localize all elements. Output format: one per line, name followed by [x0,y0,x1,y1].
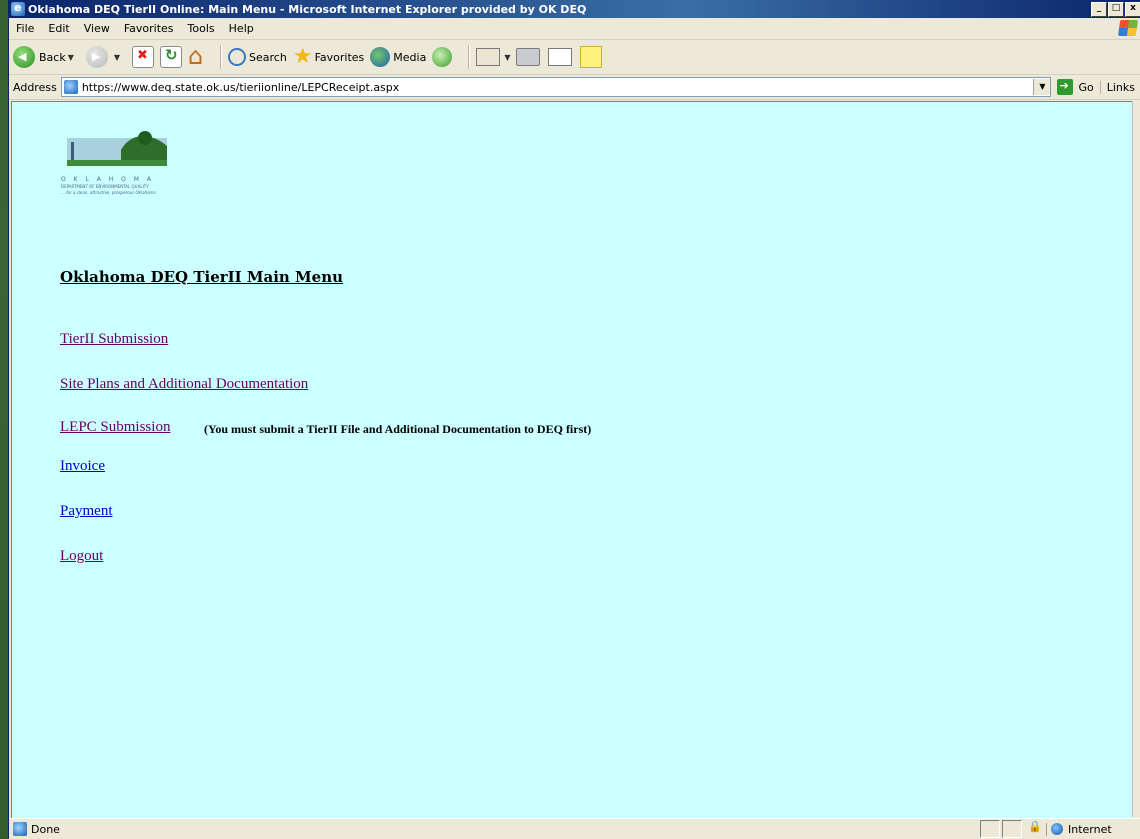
search-button[interactable]: Search [228,48,287,66]
address-url[interactable]: https://www.deq.state.ok.us/tieriionline… [82,81,1034,94]
toolbar-separator [220,45,223,69]
logo-state-caption: O K L A H O M A [61,176,154,183]
refresh-icon[interactable] [160,46,183,68]
page-done-icon [13,822,27,836]
media-button[interactable]: Media [370,47,426,67]
payment-link[interactable]: Payment [60,503,113,520]
favorites-button[interactable]: ★ Favorites [293,46,364,68]
windows-logo-icon [1117,20,1139,36]
forward-button[interactable]: ▼ [85,46,126,68]
deq-logo: O K L A H O M A DEPARTMENT OF ENVIRONMEN… [61,120,173,220]
title-bar: Oklahoma DEQ TierII Online: Main Menu - … [9,0,1140,18]
lepc-note: (You must submit a TierII File and Addit… [204,422,592,436]
media-icon [370,47,391,67]
go-label: Go [1078,80,1094,94]
menu-favorites[interactable]: Favorites [117,22,181,35]
ie-icon [11,1,25,16]
lock-icon [1028,820,1042,836]
window-title: Oklahoma DEQ TierII Online: Main Menu - … [28,2,587,16]
forward-dropdown-icon[interactable]: ▼ [114,53,120,62]
links-button[interactable]: Links [1099,80,1140,94]
menu-view[interactable]: View [77,22,117,35]
favorites-star-icon: ★ [292,44,313,69]
minimize-button[interactable]: _ [1091,1,1107,17]
deq-logo-graphic [65,128,169,168]
toolbar-separator [468,45,471,69]
search-label: Search [249,50,287,64]
window-controls: _ □ x [1091,1,1140,17]
forward-arrow-icon [85,46,108,68]
zone-label: Internet [1068,822,1112,836]
globe-icon [1051,823,1063,835]
address-dropdown-icon[interactable]: ▼ [1033,79,1051,95]
close-button[interactable]: x [1125,1,1140,17]
history-icon[interactable] [432,47,453,67]
back-arrow-icon [13,46,35,68]
lepc-submission-link[interactable]: LEPC Submission [60,419,170,436]
status-cell [1002,820,1022,838]
search-icon [228,48,247,66]
address-label: Address [13,80,57,94]
page-icon [63,80,78,94]
maximize-button[interactable]: □ [1108,1,1124,17]
status-bar: Done Internet [9,818,1140,839]
menu-tools[interactable]: Tools [181,22,222,35]
status-text: Done [31,822,60,836]
edit-icon[interactable] [548,48,573,66]
home-icon[interactable] [188,42,208,70]
go-button[interactable]: Go [1057,79,1094,95]
address-bar: Address https://www.deq.state.ok.us/tier… [9,75,1140,100]
menu-bar: File Edit View Favorites Tools Help [9,18,1140,40]
menu-file[interactable]: File [9,22,41,35]
status-cell [980,820,1000,838]
favorites-label: Favorites [314,50,365,64]
logo-tagline: ... for a clean, attractive, prosperous … [61,190,156,195]
print-icon[interactable] [516,48,541,66]
invoice-link[interactable]: Invoice [60,458,105,475]
page-title: Oklahoma DEQ TierII Main Menu [60,268,344,286]
media-label: Media [393,50,427,64]
back-button[interactable]: Back ▼ [13,46,80,68]
address-input[interactable]: https://www.deq.state.ok.us/tieriionline… [60,77,1052,97]
stop-icon[interactable] [132,46,155,68]
browser-window: Oklahoma DEQ TierII Online: Main Menu - … [8,0,1140,839]
standard-toolbar: Back ▼ ▼ Search ★ Favorites Media ▼ [9,40,1140,75]
menu-edit[interactable]: Edit [41,22,76,35]
security-zone[interactable]: Internet [1046,822,1140,836]
site-plans-link[interactable]: Site Plans and Additional Documentation [60,376,308,393]
back-label: Back [39,50,66,64]
menu-help[interactable]: Help [222,22,261,35]
notes-icon[interactable] [580,46,603,68]
mail-icon[interactable] [476,48,501,66]
vertical-scrollbar[interactable] [1132,101,1140,817]
logo-dept-caption: DEPARTMENT OF ENVIRONMENTAL QUALITY [61,184,149,189]
page-content: O K L A H O M A DEPARTMENT OF ENVIRONMEN… [11,101,1134,818]
tierii-submission-link[interactable]: TierII Submission [60,331,168,348]
back-dropdown-icon[interactable]: ▼ [68,53,74,62]
go-arrow-icon [1057,79,1074,95]
logout-link[interactable]: Logout [60,548,103,565]
mail-dropdown-icon[interactable]: ▼ [504,53,510,62]
